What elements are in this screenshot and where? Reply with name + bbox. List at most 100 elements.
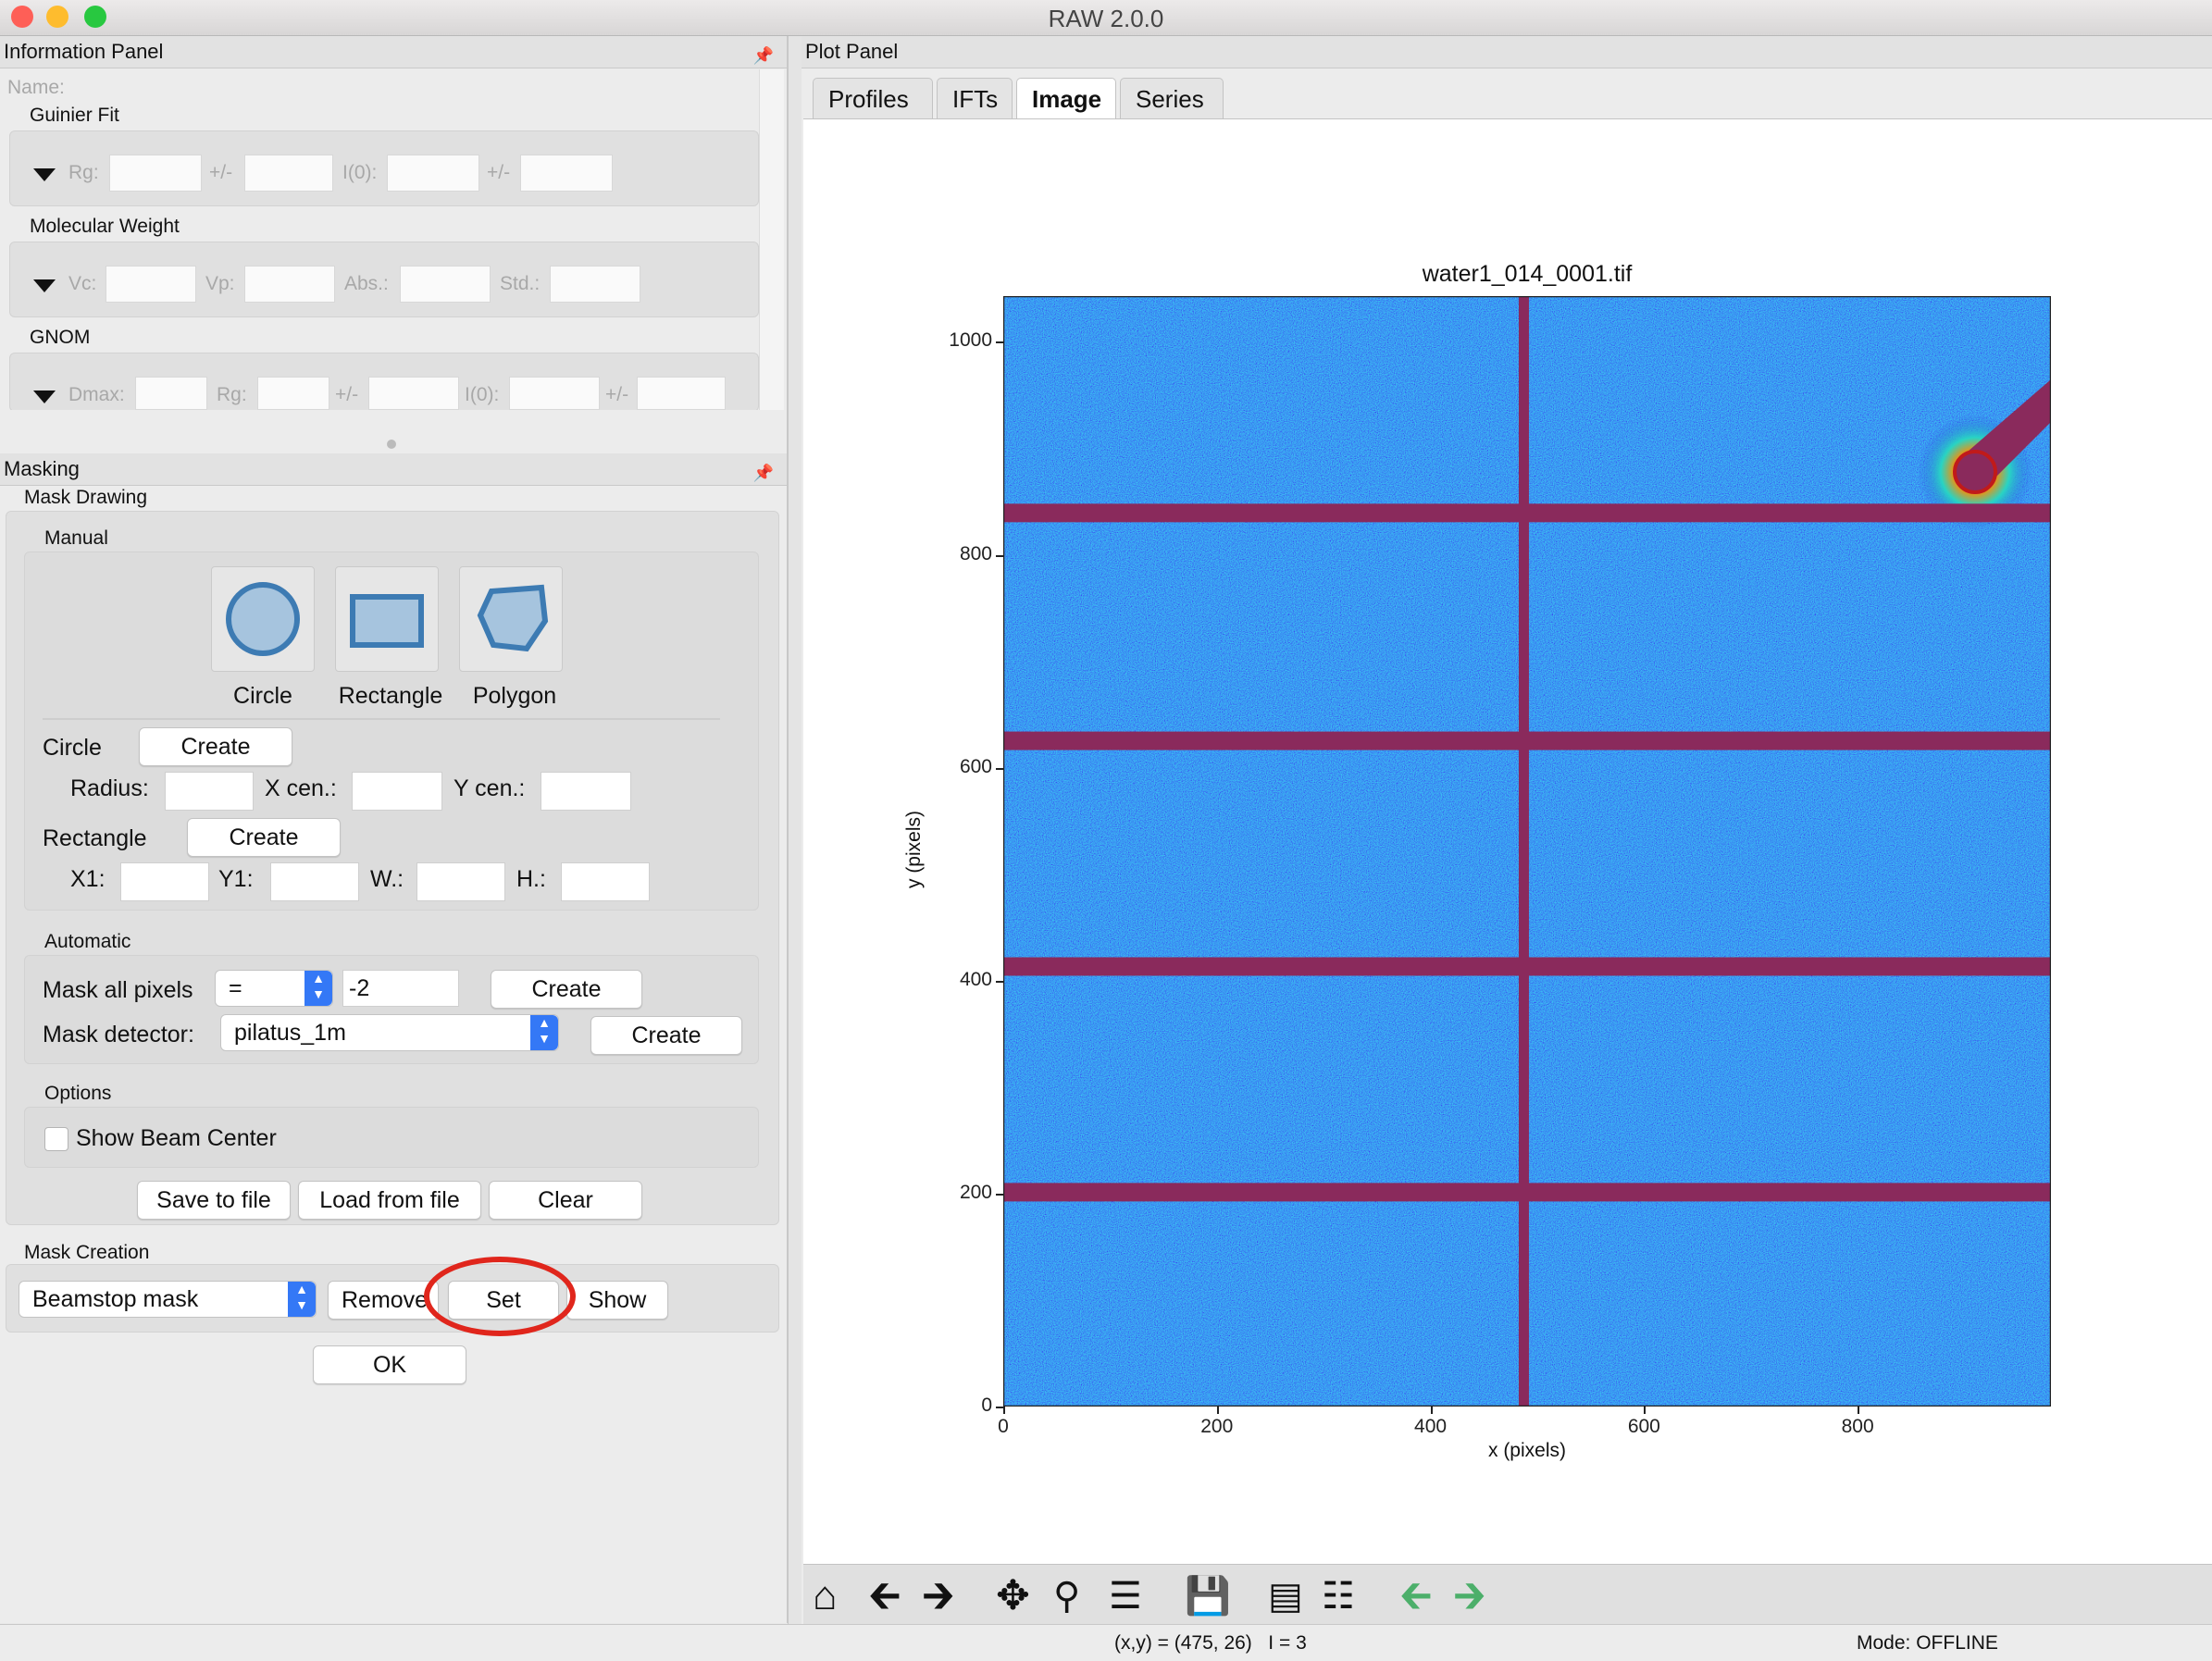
info-panel-scrollbar[interactable]	[759, 69, 784, 443]
mask-detector-create-button[interactable]: Create	[590, 1016, 742, 1055]
tab-series[interactable]: Series	[1120, 78, 1224, 118]
sliders-icon[interactable]: ☷	[1322, 1573, 1355, 1619]
ycen-field[interactable]	[541, 772, 631, 811]
x-tick-mark	[1216, 1407, 1219, 1414]
mask-type-select[interactable]: Beamstop mask ▲ ▼	[19, 1281, 317, 1318]
gnom-rg-label: Rg:	[217, 384, 247, 405]
w-label: W.:	[370, 866, 404, 892]
gnom-dmax-field[interactable]	[135, 377, 207, 410]
circle-tool-icon	[226, 582, 300, 656]
y-tick-label: 400	[959, 968, 992, 990]
tab-ifts[interactable]: IFTs	[937, 78, 1013, 118]
tab-image[interactable]: Image	[1016, 78, 1116, 118]
pan-icon[interactable]: ✥	[996, 1573, 1030, 1619]
y-tick-label: 200	[959, 1181, 992, 1203]
mask-detector-select[interactable]: pilatus_1m ▲ ▼	[220, 1014, 559, 1051]
save-icon[interactable]: 💾	[1185, 1573, 1231, 1619]
collapse-triangle-icon[interactable]	[33, 279, 56, 292]
save-to-file-button[interactable]: Save to file	[137, 1181, 291, 1220]
x1-field[interactable]	[120, 862, 209, 901]
polygon-tool-button[interactable]	[459, 566, 563, 672]
gnom-i0-err-field[interactable]	[637, 377, 726, 410]
mask-all-pixels-label: Mask all pixels	[43, 977, 193, 1003]
circle-tool-button[interactable]	[211, 566, 315, 672]
x1-label: X1:	[70, 866, 106, 892]
gnom-dmax-label: Dmax:	[68, 384, 125, 405]
polygon-tool-label: Polygon	[472, 683, 557, 709]
gnom-rg-err-field[interactable]	[368, 377, 459, 410]
w-field[interactable]	[416, 862, 505, 901]
mw-std-field[interactable]	[550, 266, 640, 303]
home-icon[interactable]: ⌂	[813, 1573, 838, 1619]
information-panel-header: Information Panel 📌	[0, 36, 787, 68]
vertical-mask-band	[1518, 296, 1529, 1407]
guinier-i0-field[interactable]	[387, 155, 479, 192]
select-arrows-icon: ▲ ▼	[288, 1282, 316, 1317]
select-arrows-icon: ▲ ▼	[530, 1015, 558, 1050]
name-label: Name:	[7, 77, 65, 98]
x-axis-label: x (pixels)	[1487, 1440, 1566, 1461]
mask-operator-select[interactable]: = ▲ ▼	[215, 970, 333, 1007]
collapse-triangle-icon[interactable]	[33, 390, 56, 403]
green-left-arrow-icon[interactable]: 🡰	[1399, 1573, 1433, 1619]
vertical-splitter[interactable]	[788, 36, 802, 1624]
mask-type-value: Beamstop mask	[32, 1286, 199, 1312]
collapse-triangle-icon[interactable]	[33, 168, 56, 181]
mask-detector-label: Mask detector:	[43, 1022, 194, 1047]
mw-vp-field[interactable]	[244, 266, 335, 303]
x-tick-label: 400	[1414, 1416, 1448, 1437]
ok-button[interactable]: OK	[313, 1345, 466, 1384]
mw-vc-field[interactable]	[106, 266, 196, 303]
pin-icon[interactable]: 📌	[753, 457, 774, 489]
back-arrow-icon[interactable]: 🡰	[868, 1573, 901, 1619]
guinier-rg-field[interactable]	[109, 155, 202, 192]
mw-abs-label: Abs.:	[344, 273, 389, 294]
show-mask-button[interactable]: Show	[566, 1281, 668, 1320]
h-label: H.:	[516, 866, 546, 892]
rectangle-create-button[interactable]: Create	[187, 818, 341, 857]
rectangle-tool-button[interactable]	[335, 566, 439, 672]
mask-value-field[interactable]: -2	[342, 970, 459, 1007]
x-tick-mark	[1003, 1407, 1005, 1414]
remove-mask-button[interactable]: Remove	[328, 1281, 439, 1320]
circle-tool-label: Circle	[233, 683, 292, 709]
y-tick-label: 0	[981, 1394, 992, 1416]
pin-icon[interactable]: 📌	[753, 40, 774, 71]
guinier-i0-label: I(0):	[342, 162, 378, 183]
y1-label: Y1:	[218, 866, 254, 892]
guinier-rg-err-field[interactable]	[244, 155, 333, 192]
y-tick-label: 800	[959, 542, 992, 564]
clear-button[interactable]: Clear	[489, 1181, 642, 1220]
gnom-rg-field[interactable]	[257, 377, 329, 410]
green-right-arrow-icon[interactable]: 🡲	[1453, 1573, 1486, 1619]
mask-all-create-button[interactable]: Create	[491, 970, 642, 1009]
x-tick-label: 600	[1627, 1416, 1660, 1437]
xcen-field[interactable]	[352, 772, 442, 811]
configure-subplots-icon[interactable]: ☰	[1109, 1573, 1142, 1619]
y-tick-mark	[996, 980, 1003, 983]
beamstop-mask	[1953, 450, 1997, 494]
circle-create-button[interactable]: Create	[139, 727, 292, 766]
forward-arrow-icon[interactable]: 🡲	[922, 1573, 955, 1619]
gnom-i0-pm-label: +/-	[605, 384, 629, 405]
splitter-handle[interactable]	[387, 440, 396, 449]
y-tick-label: 600	[959, 755, 992, 777]
y1-field[interactable]	[270, 862, 359, 901]
radius-label: Radius:	[70, 775, 149, 801]
tab-profiles[interactable]: Profiles	[813, 78, 933, 118]
zoom-icon[interactable]: ⚲	[1053, 1573, 1080, 1619]
gnom-title: GNOM	[30, 327, 91, 348]
h-field[interactable]	[561, 862, 650, 901]
y-tick-mark	[996, 341, 1003, 344]
gnom-i0-field[interactable]	[509, 377, 600, 410]
detector-image[interactable]	[1003, 296, 2051, 1407]
mw-abs-field[interactable]	[400, 266, 491, 303]
show-beam-center-checkbox[interactable]	[44, 1127, 68, 1151]
radius-field[interactable]	[165, 772, 254, 811]
masking-panel-header: Masking 📌	[0, 453, 787, 486]
mw-vc-label: Vc:	[68, 273, 97, 294]
load-from-file-button[interactable]: Load from file	[298, 1181, 481, 1220]
show-beam-center-label: Show Beam Center	[76, 1125, 277, 1151]
guinier-i0-err-field[interactable]	[520, 155, 613, 192]
list-icon[interactable]: ▤	[1268, 1573, 1303, 1619]
